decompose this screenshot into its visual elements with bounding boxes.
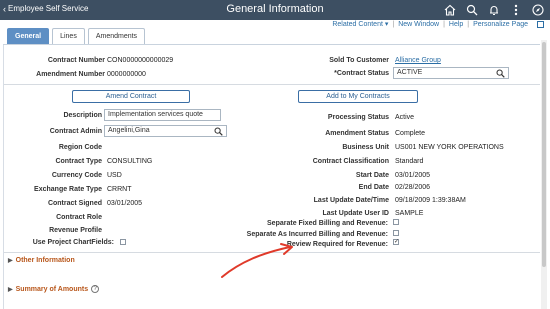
- annotation-arrow: [221, 243, 293, 278]
